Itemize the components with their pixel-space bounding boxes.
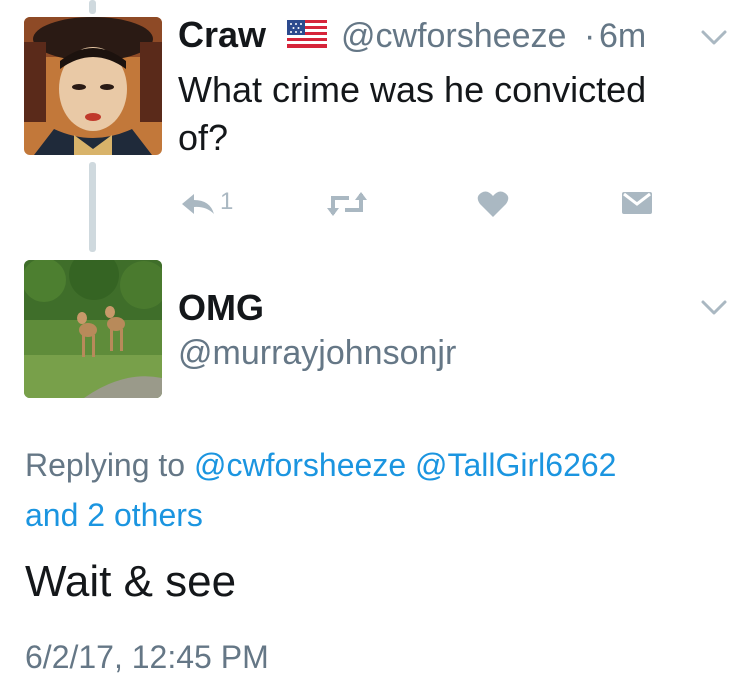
direct-message-icon[interactable] [622, 192, 652, 214]
timestamp-separator: · [584, 17, 596, 55]
display-name-craw[interactable]: Craw [178, 14, 266, 56]
thread-line-top [89, 0, 96, 14]
replying-others-link[interactable]: and 2 others [25, 490, 616, 540]
tweet-text-main: Wait & see [25, 557, 237, 606]
us-flag-icon [287, 20, 327, 48]
chevron-down-icon[interactable] [699, 298, 729, 318]
replying-prefix: Replying to [25, 447, 186, 483]
replying-to-line: Replying to @cwforsheeze @TallGirl6262 a… [25, 440, 616, 540]
tweet-text-line-2: of? [178, 117, 229, 158]
tweet-timestamp[interactable]: 6/2/17, 12:45 PM [25, 639, 269, 676]
mention-tallgirl6262[interactable]: @TallGirl6262 [415, 447, 616, 483]
chevron-down-icon[interactable] [699, 28, 729, 48]
thread-line-middle [89, 162, 96, 252]
reply-icon[interactable] [180, 192, 216, 216]
tweet-text-line-1: What crime was he convicted [178, 69, 647, 110]
reply-count: 1 [220, 188, 234, 215]
like-icon[interactable] [477, 190, 509, 218]
retweet-icon[interactable] [325, 190, 369, 218]
avatar-craw[interactable] [24, 17, 162, 155]
handle-cwforsheeze[interactable]: @cwforsheeze [341, 17, 566, 56]
display-name-omg[interactable]: OMG [178, 287, 264, 329]
handle-murrayjohnsonjr[interactable]: @murrayjohnsonjr [178, 334, 456, 373]
tweet-text-parent: What crime was he convicted of? [178, 66, 646, 162]
mention-cwforsheeze[interactable]: @cwforsheeze [194, 447, 406, 483]
avatar-omg[interactable] [24, 260, 162, 398]
time-ago[interactable]: 6m [599, 17, 646, 56]
